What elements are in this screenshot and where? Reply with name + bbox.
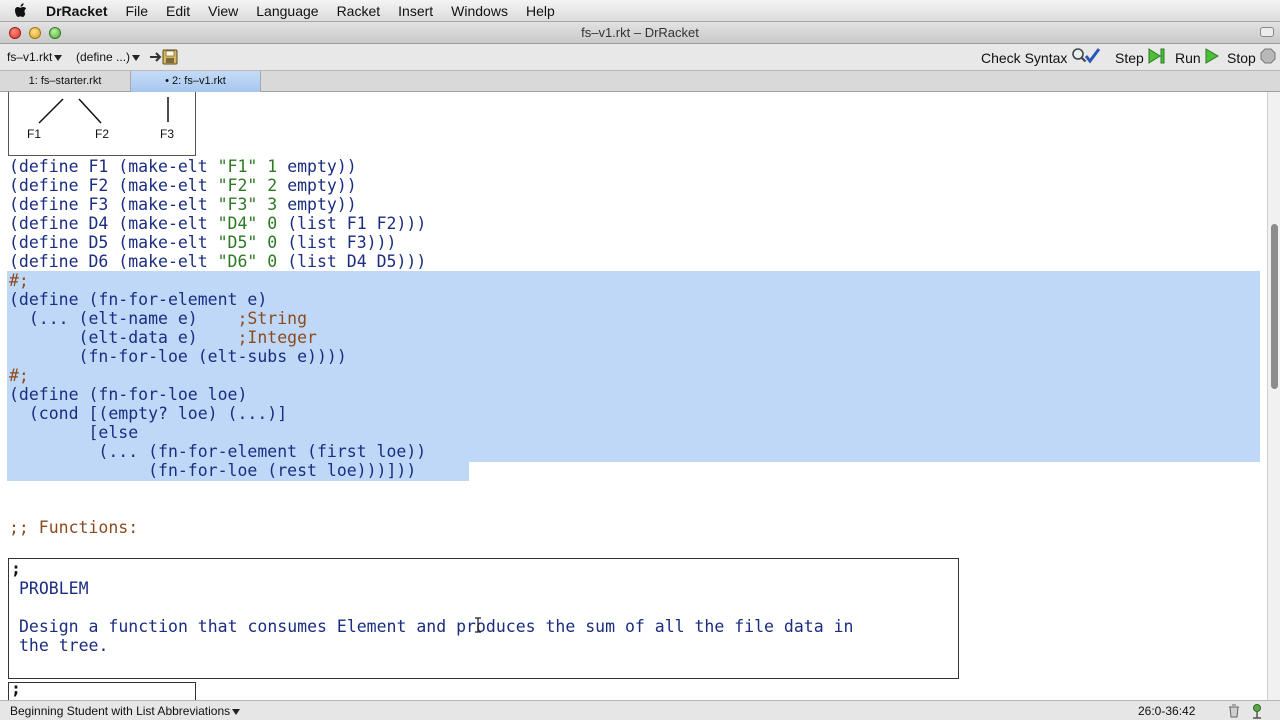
language-label: Beginning Student with List Abbreviation… xyxy=(10,704,231,718)
tab-fs-v1[interactable]: • 2: fs–v1.rkt xyxy=(131,71,261,92)
window-zoom-button[interactable] xyxy=(49,27,61,39)
code-line-define-f1: (define F1 (make-elt "F1" 1 empty)) xyxy=(9,157,357,176)
tree-diagram-lines xyxy=(38,97,169,124)
code-line-rest-loe: (fn-for-loe (rest loe)))])) xyxy=(9,461,417,480)
menu-insert[interactable]: Insert xyxy=(389,0,442,22)
code-line-define-d6: (define D6 (make-elt "D6" 0 (list D4 D5)… xyxy=(9,252,427,271)
menu-edit[interactable]: Edit xyxy=(157,0,199,22)
tree-label-f3: F3 xyxy=(160,127,175,141)
comment-box-marker: ; xyxy=(11,679,21,698)
chevron-down-icon xyxy=(54,54,63,61)
menu-file[interactable]: File xyxy=(116,0,157,22)
code-line-cond: (cond [(empty? loe) (...)] xyxy=(9,404,288,423)
check-syntax-button[interactable]: Check Syntax xyxy=(981,48,1101,67)
tab-fs-starter[interactable]: 1: fs–starter.rkt xyxy=(0,71,131,92)
problem-comment-box[interactable]: ; PROBLEM Design a function that consume… xyxy=(8,558,959,679)
step-button[interactable]: Step xyxy=(1115,48,1166,67)
define-popup[interactable]: (define ...) xyxy=(76,50,141,64)
chevron-down-icon xyxy=(232,708,241,715)
save-icon[interactable] xyxy=(149,48,179,69)
status-bar: Beginning Student with List Abbreviation… xyxy=(0,700,1280,720)
menu-bar: DrRacket File Edit View Language Racket … xyxy=(0,0,1280,22)
stop-button[interactable]: Stop xyxy=(1227,48,1276,67)
stop-label: Stop xyxy=(1227,49,1256,66)
menu-help[interactable]: Help xyxy=(517,0,564,22)
magnifier-check-icon xyxy=(1071,47,1101,68)
functions-comment: ;; Functions: xyxy=(9,518,139,537)
window-title: fs–v1.rkt – DrRacket xyxy=(581,25,699,40)
run-icon xyxy=(1205,48,1219,67)
cursor-position: 26:0-36:42 xyxy=(1138,704,1196,718)
step-icon xyxy=(1148,48,1166,67)
code-line-define-f2: (define F2 (make-elt "F2" 2 empty)) xyxy=(9,176,357,195)
scrollbar-thumb[interactable] xyxy=(1271,224,1278,389)
language-popup[interactable]: Beginning Student with List Abbreviation… xyxy=(10,704,241,718)
comment-box-marker: ; xyxy=(11,559,21,578)
recycle-icon xyxy=(1228,704,1240,720)
tree-label-f1: F1 xyxy=(27,127,42,141)
code-line-else: [else xyxy=(9,423,139,442)
window-title-bar: fs–v1.rkt – DrRacket xyxy=(0,22,1280,44)
code-line-elt-data: (elt-data e) ;Integer xyxy=(9,328,317,347)
text-cursor-icon xyxy=(474,617,482,636)
window-minimize-button[interactable] xyxy=(29,27,41,39)
code-line-fn-for-loe: (define (fn-for-loe loe) xyxy=(9,385,248,404)
problem-heading: PROBLEM xyxy=(19,579,89,598)
code-line-first-loe: (... (fn-for-element (first loe)) xyxy=(9,442,427,461)
vertical-scrollbar[interactable] xyxy=(1267,92,1280,700)
run-label: Run xyxy=(1175,49,1201,66)
toolbar-toggle-button[interactable] xyxy=(1260,27,1274,37)
stop-icon xyxy=(1260,48,1276,67)
code-line-define-f3: (define F3 (make-elt "F3" 3 empty)) xyxy=(9,195,357,214)
menu-language[interactable]: Language xyxy=(247,0,327,22)
problem-text-line1: Design a function that consumes Element … xyxy=(19,617,854,636)
define-popup-label: (define ...) xyxy=(76,50,131,64)
check-syntax-label: Check Syntax xyxy=(981,49,1068,66)
code-line-elt-name: (... (elt-name e) ;String xyxy=(9,309,308,328)
resize-grip-icon[interactable] xyxy=(1250,703,1264,720)
tree-diagram-box[interactable]: F1 F2 F3 xyxy=(8,92,196,156)
tree-label-f2: F2 xyxy=(95,127,110,141)
toolbar: fs–v1.rkt (define ...) Check Syntax Step… xyxy=(0,44,1280,70)
menu-view[interactable]: View xyxy=(199,0,247,22)
menu-app-name[interactable]: DrRacket xyxy=(42,0,116,22)
window-close-button[interactable] xyxy=(9,27,21,39)
apple-menu-icon[interactable] xyxy=(0,0,42,22)
code-line-fn-for-element: (define (fn-for-element e) xyxy=(9,290,268,309)
tab-bar: 1: fs–starter.rkt • 2: fs–v1.rkt xyxy=(0,70,1280,92)
code-line-define-d4: (define D4 (make-elt "D4" 0 (list F1 F2)… xyxy=(9,214,427,233)
menu-racket[interactable]: Racket xyxy=(328,0,390,22)
definitions-editor[interactable]: F1 F2 F3 (define F1 (make-elt "F1" 1 emp… xyxy=(0,92,1267,700)
comment-marker: #; xyxy=(9,366,29,385)
code-line-define-d5: (define D5 (make-elt "D5" 0 (list F3))) xyxy=(9,233,397,252)
comment-marker: #; xyxy=(9,271,29,290)
menu-windows[interactable]: Windows xyxy=(442,0,517,22)
step-label: Step xyxy=(1115,49,1144,66)
run-button[interactable]: Run xyxy=(1175,48,1219,67)
file-popup-label: fs–v1.rkt xyxy=(7,50,53,64)
code-line-elt-subs: (fn-for-loe (elt-subs e)))) xyxy=(9,347,347,366)
next-comment-box[interactable]: ; xyxy=(8,679,196,700)
problem-text-line2: the tree. xyxy=(19,636,109,655)
chevron-down-icon xyxy=(132,54,141,61)
file-popup[interactable]: fs–v1.rkt xyxy=(7,50,63,64)
